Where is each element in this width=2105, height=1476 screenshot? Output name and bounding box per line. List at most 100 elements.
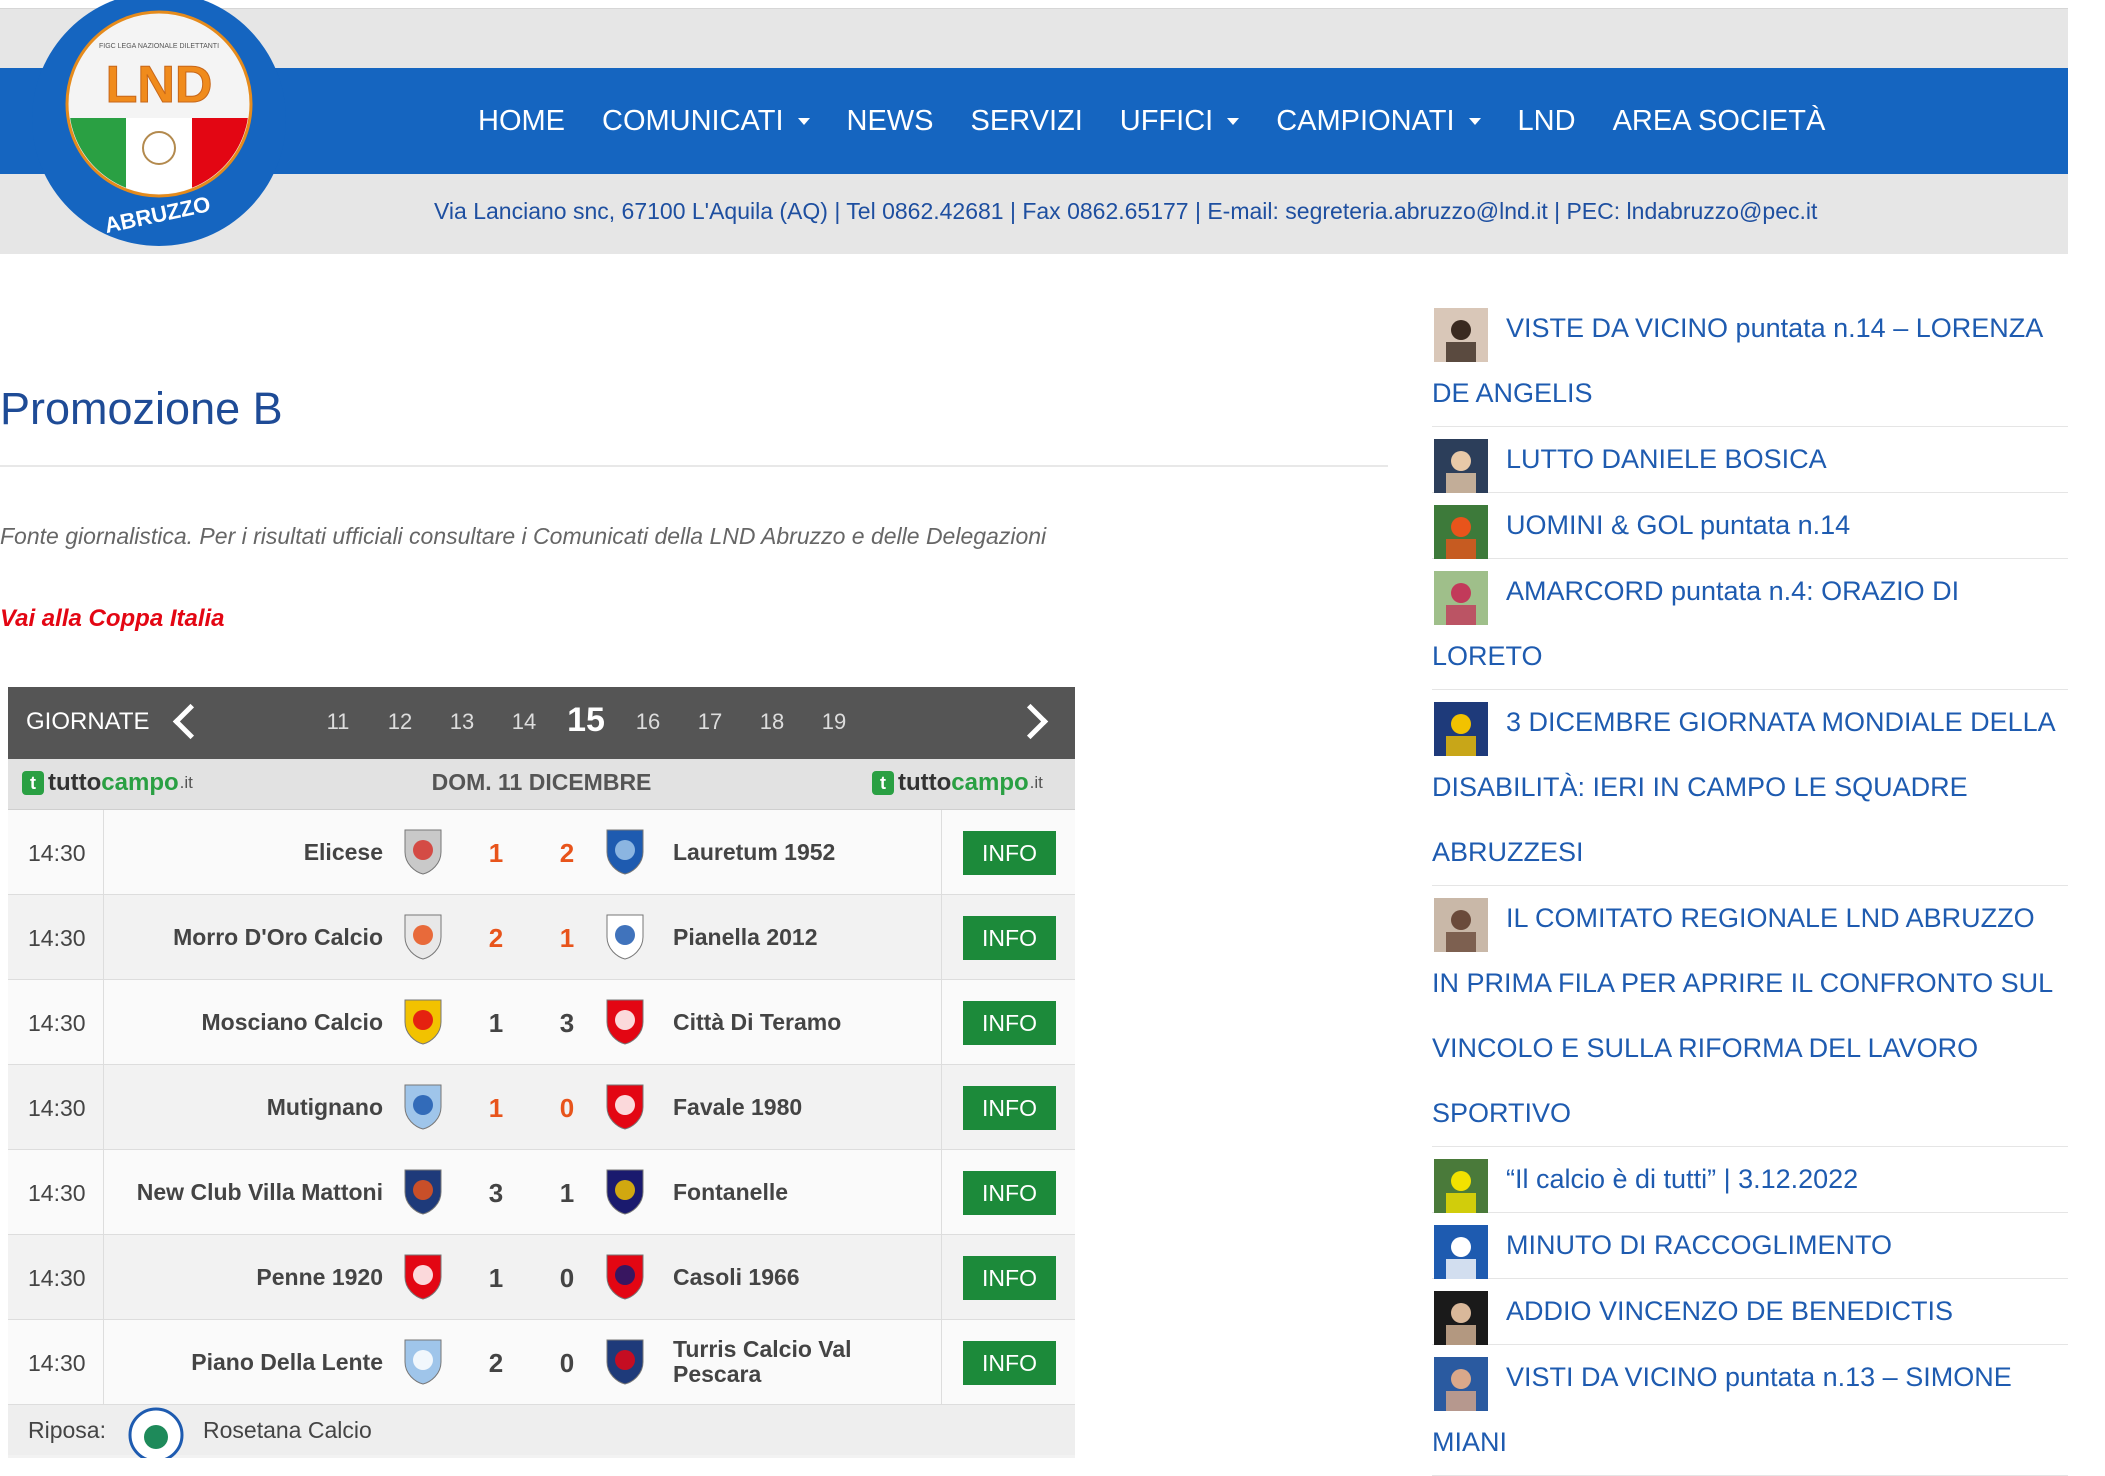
column-divider xyxy=(941,1320,942,1404)
match-time-cell: 14:30 xyxy=(8,810,104,894)
news-link[interactable]: IL COMITATO REGIONALE LND ABRUZZO IN PRI… xyxy=(1432,886,2068,1146)
nav-item-servizi[interactable]: SERVIZI xyxy=(971,105,1083,138)
match-time: 14:30 xyxy=(28,840,86,866)
news-thumbnail-icon[interactable] xyxy=(1434,571,1488,625)
match-time-cell: 14:30 xyxy=(8,980,104,1064)
day-link[interactable]: 11 xyxy=(313,709,363,735)
day-current[interactable]: 15 xyxy=(561,701,611,740)
nav-item-news[interactable]: NEWS xyxy=(847,105,934,138)
match-list: 14:30 Elicese 1 2 Lauretum 1952 INFO 14:30 Morr… xyxy=(8,810,1075,1458)
match-time: 14:30 xyxy=(28,925,86,951)
away-score: 3 xyxy=(559,1008,575,1038)
day-link[interactable]: 16 xyxy=(623,709,673,735)
match-time-cell: 14:30 xyxy=(8,1235,104,1319)
news-thumbnail-icon[interactable] xyxy=(1434,1159,1488,1213)
day-link[interactable]: 19 xyxy=(809,709,859,735)
away-team: Città Di Teramo xyxy=(673,1008,842,1035)
match-time: 14:30 xyxy=(28,1180,86,1206)
match-time-cell: 14:30 xyxy=(8,895,104,979)
nav-item-uffici[interactable]: UFFICI xyxy=(1120,105,1240,138)
away-team-crest-icon xyxy=(603,1336,647,1386)
nav-item-campionati[interactable]: CAMPIONATI xyxy=(1276,104,1481,138)
match-time: 14:30 xyxy=(28,1010,86,1036)
caret-down-icon xyxy=(1468,117,1481,125)
news-link[interactable]: UOMINI & GOL puntata n.14 xyxy=(1432,493,2068,558)
news-thumbnail-icon[interactable] xyxy=(1434,702,1488,756)
home-score: 2 xyxy=(488,923,504,953)
nav-item-label: AREA SOCIETÀ xyxy=(1612,104,1826,137)
news-thumbnail-icon[interactable] xyxy=(1434,505,1488,559)
nav-item-lnd[interactable]: LND xyxy=(1518,105,1576,138)
news-item: MINUTO DI RACCOGLIMENTO xyxy=(1432,1213,2068,1279)
info-button[interactable]: INFO xyxy=(963,1001,1056,1045)
news-link[interactable]: “Il calcio è di tutti” | 3.12.2022 xyxy=(1432,1147,2068,1212)
info-button[interactable]: INFO xyxy=(963,1341,1056,1385)
column-divider xyxy=(941,1235,942,1319)
coppa-italia-link[interactable]: Vai alla Coppa Italia xyxy=(0,605,225,633)
day-link[interactable]: 13 xyxy=(437,709,487,735)
info-button[interactable]: INFO xyxy=(963,1086,1056,1130)
nav-item-label: NEWS xyxy=(846,104,934,137)
rest-label: Riposa: xyxy=(28,1417,106,1443)
news-thumbnail-icon[interactable] xyxy=(1434,1357,1488,1411)
source-note: Fonte giornalistica. Per i risultati uff… xyxy=(0,523,1047,549)
news-thumbnail-icon[interactable] xyxy=(1434,439,1488,493)
home-team-crest-icon xyxy=(401,911,445,961)
news-item: UOMINI & GOL puntata n.14 xyxy=(1432,493,2068,559)
home-team-crest-icon xyxy=(401,826,445,876)
news-link[interactable]: VISTI DA VICINO puntata n.13 – SIMONE MI… xyxy=(1432,1345,2068,1475)
news-thumbnail-icon[interactable] xyxy=(1434,308,1488,362)
news-link[interactable]: AMARCORD puntata n.4: ORAZIO DI LORETO xyxy=(1432,559,2068,689)
away-team-crest-icon xyxy=(603,911,647,961)
day-link[interactable]: 18 xyxy=(747,709,797,735)
home-team-crest-icon xyxy=(401,1336,445,1386)
news-link[interactable]: LUTTO DANIELE BOSICA xyxy=(1432,427,2068,492)
date-bar: t tutto campo .it DOM. 11 DICEMBRE t tutto ca… xyxy=(8,759,1075,810)
news-link[interactable]: MINUTO DI RACCOGLIMENTO xyxy=(1432,1213,2068,1278)
news-item: ADDIO VINCENZO DE BENEDICTIS xyxy=(1432,1279,2068,1345)
page-title: Promozione B xyxy=(0,383,283,434)
day-link[interactable]: 12 xyxy=(375,709,425,735)
tuttocampo-logo-right[interactable]: t tutto campo .it xyxy=(872,769,1043,797)
away-team: Favale 1980 xyxy=(673,1093,803,1120)
logo-top-text: FIGC LEGA NAZIONALE DILETTANTI xyxy=(99,43,219,50)
day-link[interactable]: 17 xyxy=(685,709,735,735)
match-row: 14:30 Elicese 1 2 Lauretum 1952 INFO xyxy=(8,810,1075,895)
info-button[interactable]: INFO xyxy=(963,916,1056,960)
info-button[interactable]: INFO xyxy=(963,1171,1056,1215)
lnd-abruzzo-logo[interactable]: FIGC LEGA NAZIONALE DILETTANTI LND ABRUZ… xyxy=(30,0,288,248)
day-link[interactable]: 14 xyxy=(499,709,549,735)
tuttocampo-mark-icon: t xyxy=(872,771,894,795)
match-row: 14:30 Mosciano Calcio 1 3 Città Di Teramo INF… xyxy=(8,980,1075,1065)
news-item: 3 DICEMBRE GIORNATA MONDIALE DELLA DISAB… xyxy=(1432,690,2068,886)
home-team-crest-icon xyxy=(401,1251,445,1301)
news-link[interactable]: 3 DICEMBRE GIORNATA MONDIALE DELLA DISAB… xyxy=(1432,690,2068,885)
match-row: 14:30 Morro D'Oro Calcio 2 1 Pianella 2012 IN… xyxy=(8,895,1075,980)
column-divider xyxy=(941,810,942,894)
news-link[interactable]: VISTE DA VICINO puntata n.14 – LORENZA D… xyxy=(1432,296,2068,426)
away-score: 0 xyxy=(559,1093,575,1123)
away-team-crest-icon xyxy=(603,1166,647,1216)
home-team: New Club Villa Mattoni xyxy=(136,1178,383,1205)
home-team: Elicese xyxy=(303,838,383,865)
home-team: Mosciano Calcio xyxy=(201,1008,383,1035)
column-divider xyxy=(941,1065,942,1149)
nav-item-home[interactable]: HOME xyxy=(478,105,565,138)
news-thumbnail-icon[interactable] xyxy=(1434,898,1488,952)
news-thumbnail-icon[interactable] xyxy=(1434,1291,1488,1345)
news-thumbnail-icon[interactable] xyxy=(1434,1225,1488,1279)
caret-down-icon xyxy=(1227,117,1240,125)
news-link[interactable]: ADDIO VINCENZO DE BENEDICTIS xyxy=(1432,1279,2068,1344)
away-team: Casoli 1966 xyxy=(673,1263,800,1290)
nav-item-label: COMUNICATI xyxy=(602,104,784,137)
away-score: 2 xyxy=(559,838,575,868)
away-score: 0 xyxy=(559,1348,575,1378)
info-button[interactable]: INFO xyxy=(963,1256,1056,1300)
nav-item-area-società[interactable]: AREA SOCIETÀ xyxy=(1613,105,1826,138)
nav-item-label: CAMPIONATI xyxy=(1276,104,1455,137)
news-item: VISTI DA VICINO puntata n.13 – SIMONE MI… xyxy=(1432,1345,2068,1476)
nav-item-comunicati[interactable]: COMUNICATI xyxy=(602,105,810,138)
info-button[interactable]: INFO xyxy=(963,831,1056,875)
home-team: Mutignano xyxy=(266,1093,383,1120)
column-divider xyxy=(941,1150,942,1234)
